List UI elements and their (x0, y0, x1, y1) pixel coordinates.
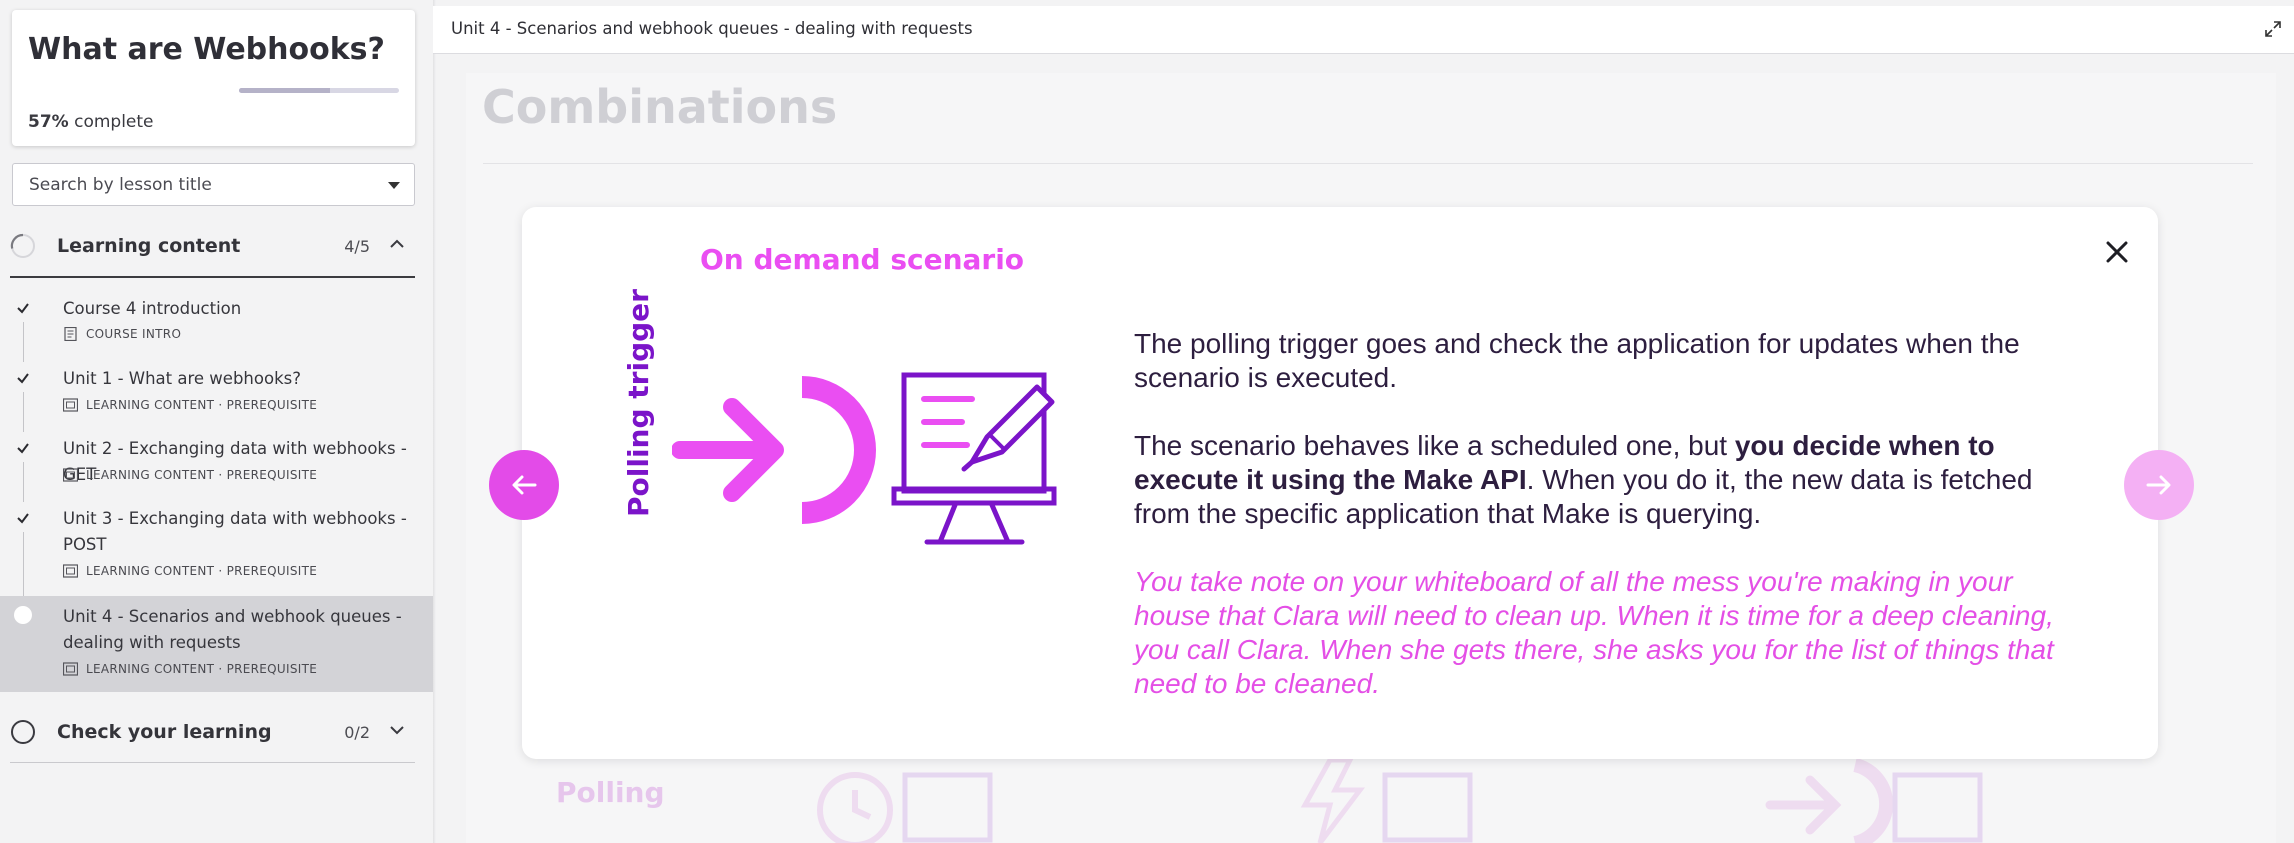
lesson-meta: LEARNING CONTENT · PREREQUISITE (63, 468, 317, 482)
section-header-check-your-learning[interactable]: Check your learning 0/2 (10, 708, 415, 756)
section-title: Check your learning (57, 721, 272, 743)
lesson-meta: COURSE INTRO (63, 327, 181, 341)
lesson-title: Unit 1 - What are webhooks? (63, 369, 301, 388)
modal-heading: On demand scenario (700, 243, 1025, 276)
paragraph-polling: The polling trigger goes and check the a… (1134, 328, 2020, 393)
lesson-rail (23, 322, 24, 362)
course-progress-fill (239, 88, 331, 93)
section-count: 0/2 (344, 723, 370, 742)
modal-body-text: The polling trigger goes and check the a… (1134, 327, 2084, 735)
arrow-monitor-icon (1765, 758, 1983, 843)
section-divider (10, 762, 415, 763)
lesson-title-bar: Unit 4 - Scenarios and webhook queues - … (451, 19, 973, 38)
lesson-item[interactable]: Unit 2 - Exchanging data with webhooks -… (0, 432, 433, 502)
check-icon (17, 513, 29, 524)
progress-ring-icon (10, 233, 35, 258)
slides-icon (63, 468, 78, 482)
lesson-meta-text: LEARNING CONTENT · PREREQUISITE (86, 398, 318, 412)
status-circle-icon (11, 720, 35, 744)
course-progress-bar (239, 88, 399, 93)
section-count: 4/5 (344, 237, 370, 256)
lesson-search-placeholder: Search by lesson title (29, 175, 212, 195)
progress-suffix: complete (74, 112, 154, 132)
section-heading: Combinations (482, 80, 838, 134)
close-icon[interactable] (2102, 237, 2132, 267)
sidebar: What are Webhooks? 57% complete Search b… (0, 0, 433, 843)
lesson-title: Course 4 introduction (63, 299, 242, 318)
arrow-left-icon (512, 475, 537, 495)
lesson-item[interactable]: Unit 3 - Exchanging data with webhooks -… (0, 502, 433, 598)
progress-value: 57% (28, 112, 69, 132)
lesson-title: Unit 4 - Scenarios and webhook queues - … (63, 607, 402, 652)
next-button[interactable] (2124, 450, 2194, 520)
lesson-item[interactable]: Unit 1 - What are webhooks? LEARNING CON… (0, 362, 433, 432)
background-polling-label: Polling (556, 776, 665, 809)
current-lesson-dot (14, 606, 32, 624)
heading-divider (483, 163, 2253, 164)
lesson-meta-text: LEARNING CONTENT · PREREQUISITE (86, 468, 318, 482)
lesson-title: Unit 3 - Exchanging data with webhooks -… (63, 509, 407, 554)
analogy-note: You take note on your whiteboard of all … (1134, 566, 2054, 699)
slides-icon (63, 564, 78, 578)
lesson-meta: LEARNING CONTENT · PREREQUISITE (63, 662, 317, 676)
check-icon (17, 443, 29, 454)
scenario-detail-modal: On demand scenario Polling trigger The p… (522, 207, 2158, 759)
chevron-down-icon[interactable] (387, 720, 407, 740)
section-header-learning-content[interactable]: Learning content 4/5 (10, 222, 415, 270)
polling-trigger-illustration (672, 372, 1057, 545)
sidebar-shadow (433, 0, 436, 843)
lesson-item[interactable]: Course 4 introduction COURSE INTRO (0, 292, 433, 362)
lightning-monitor-icon (1300, 757, 1473, 843)
course-progress-text: 57% complete (28, 112, 154, 132)
lesson-meta: LEARNING CONTENT · PREREQUISITE (63, 564, 317, 578)
course-card: What are Webhooks? 57% complete (12, 10, 415, 146)
section-divider (10, 276, 415, 278)
lesson-meta: LEARNING CONTENT · PREREQUISITE (63, 398, 317, 412)
polling-trigger-label: Polling trigger (622, 289, 655, 517)
lesson-meta-text: LEARNING CONTENT · PREREQUISITE (86, 564, 318, 578)
paragraph-api-start: The scenario behaves like a scheduled on… (1134, 430, 1735, 461)
lesson-rail (23, 392, 24, 432)
lesson-rail (23, 532, 24, 598)
check-icon (17, 373, 29, 384)
lesson-meta-text: LEARNING CONTENT · PREREQUISITE (86, 662, 318, 676)
clock-monitor-icon (817, 772, 993, 843)
course-title: What are Webhooks? (28, 32, 385, 67)
previous-button[interactable] (489, 450, 559, 520)
slides-icon (63, 398, 78, 412)
lesson-search-select[interactable]: Search by lesson title (12, 163, 415, 206)
expand-icon[interactable] (2264, 20, 2282, 38)
arrow-right-icon (2146, 475, 2171, 495)
slides-icon (63, 662, 78, 676)
lesson-item-active[interactable]: Unit 4 - Scenarios and webhook queues - … (0, 596, 433, 692)
lesson-topbar: Unit 4 - Scenarios and webhook queues - … (433, 6, 2294, 54)
lesson-rail (23, 462, 24, 502)
lesson-meta-text: COURSE INTRO (86, 327, 182, 341)
section-title: Learning content (57, 235, 241, 257)
caret-down-icon (388, 182, 400, 189)
check-icon (17, 303, 29, 314)
paragraph-api: The scenario behaves like a scheduled on… (1134, 429, 2084, 531)
document-icon (64, 327, 77, 341)
chevron-up-icon[interactable] (387, 234, 407, 254)
